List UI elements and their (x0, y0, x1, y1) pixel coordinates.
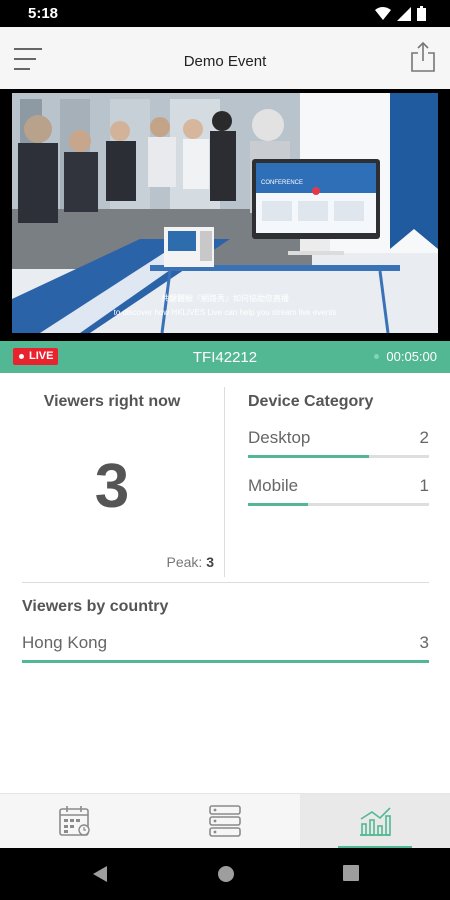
peak-viewers: Peak: 3 (167, 554, 215, 570)
home-icon[interactable] (217, 865, 235, 883)
section-divider (22, 582, 429, 583)
device-category-label: Device Category (248, 393, 374, 410)
device-count: 2 (419, 428, 429, 447)
signal-icon (397, 6, 411, 21)
viewers-by-country-panel: Viewers by country Hong Kong 3 (22, 598, 429, 681)
country-row: Hong Kong 3 (22, 633, 429, 681)
video-caption-line2: to discover how HKLIVES Live can help yo… (114, 308, 337, 317)
device-name: Mobile (248, 476, 299, 495)
system-nav-bar (0, 848, 450, 900)
tab-list[interactable] (150, 794, 300, 849)
tab-schedule[interactable] (0, 794, 150, 849)
peak-label: Peak: (166, 554, 203, 570)
battery-icon (417, 6, 426, 21)
country-count: 3 (419, 633, 429, 652)
viewers-now-label: Viewers right now (43, 393, 181, 410)
video-player[interactable]: CONFERENCE 共鍵體驗『網路秀』如何協助您直播 to discover … (0, 89, 450, 341)
viewers-by-country-label: Viewers by country (22, 598, 169, 615)
peak-value: 3 (206, 554, 214, 570)
event-code: TFI42212 (192, 349, 258, 366)
viewers-now-panel: Viewers right now 3 Peak: 3 (22, 393, 218, 573)
country-bar-track (22, 660, 429, 663)
country-name: Hong Kong (22, 633, 108, 652)
device-bar-track (248, 455, 429, 458)
device-bar-fill (248, 455, 370, 458)
chart-icon (360, 807, 391, 836)
device-name: Desktop (248, 428, 311, 447)
page-title: Demo Event (183, 53, 267, 70)
back-icon[interactable] (92, 865, 108, 883)
status-bar: 5:18 (0, 0, 450, 27)
wifi-icon (375, 6, 391, 20)
list-icon (209, 805, 241, 837)
app-bar: Demo Event (0, 27, 450, 89)
country-bar-fill (22, 660, 429, 663)
device-category-panel: Device Category Desktop 2 Mobile 1 (248, 393, 429, 524)
video-caption-line1: 共鍵體驗『網路秀』如何協助您直播 (161, 293, 289, 303)
device-count: 1 (419, 476, 429, 495)
device-bar-fill (248, 503, 308, 506)
device-bar-track (248, 503, 429, 506)
viewers-now-count: 3 (94, 452, 130, 521)
stream-timer: 00:05:00 (374, 349, 437, 364)
bottom-tab-bar (0, 793, 450, 849)
recents-icon[interactable] (343, 865, 359, 881)
tab-analytics[interactable] (300, 794, 450, 849)
panel-divider (224, 387, 225, 577)
status-time: 5:18 (28, 5, 59, 22)
device-row-desktop: Desktop 2 (248, 428, 429, 476)
calendar-icon (59, 806, 90, 836)
event-status-strip: LIVE TFI42212 00:05:00 (0, 341, 450, 373)
device-row-mobile: Mobile 1 (248, 476, 429, 524)
share-icon[interactable] (410, 41, 436, 73)
video-screen-heading: CONFERENCE (261, 180, 303, 186)
